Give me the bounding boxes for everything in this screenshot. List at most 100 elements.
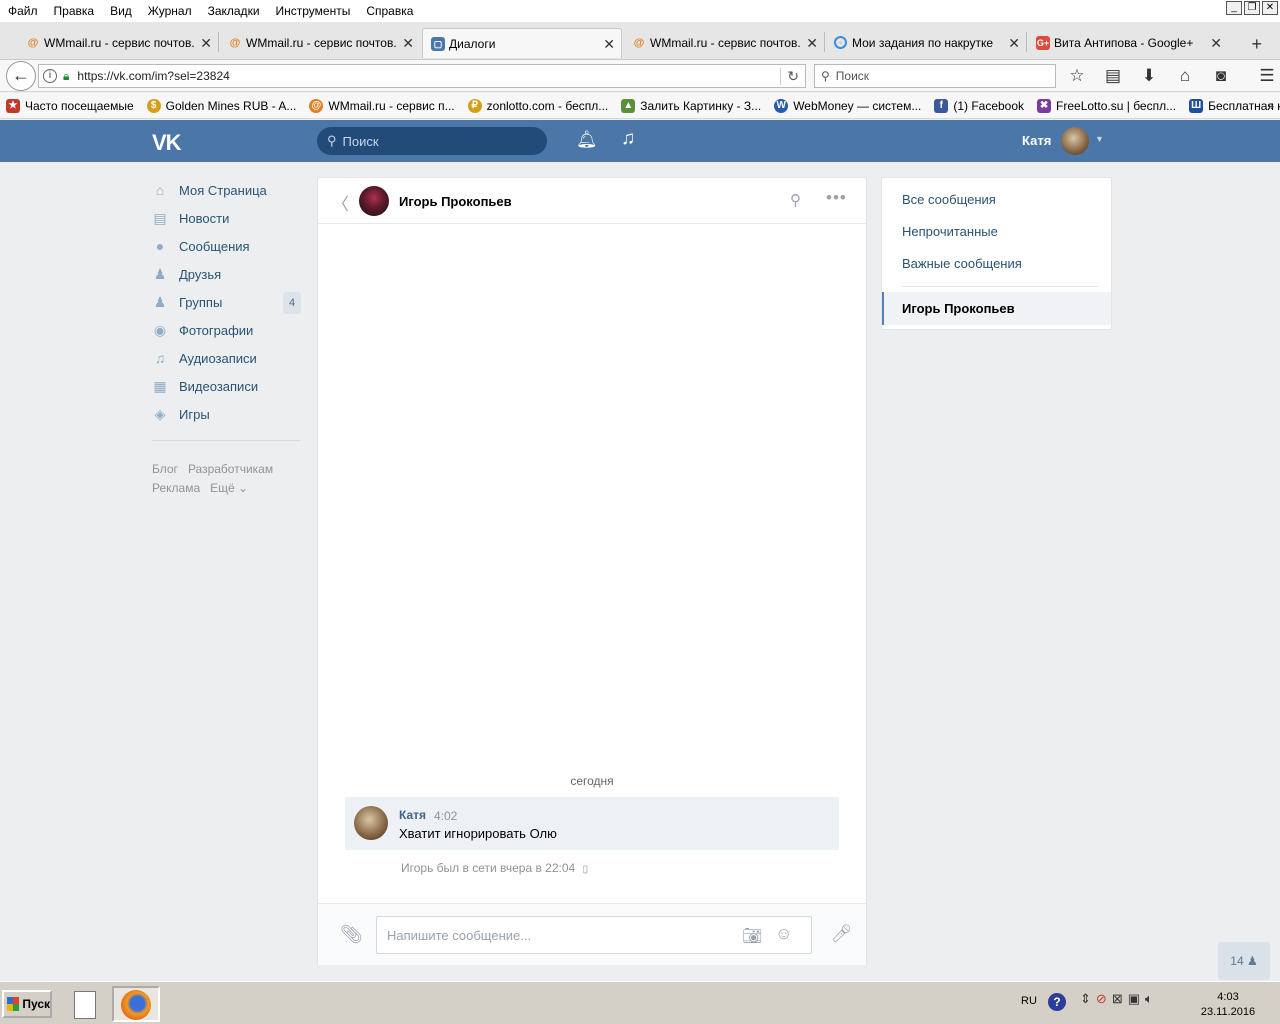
tab-wmmail-2[interactable]: @ WMmail.ru - сервис почтов... ✕ [220,28,420,58]
volume-icon[interactable]: 🔈︎ [1145,991,1153,1007]
tab-tasks[interactable]: ◦ Мои задания по накрутке ✕ [826,28,1027,58]
minimize-icon[interactable]: _ [1226,1,1242,15]
taskbar-item-document[interactable] [62,988,106,1022]
search-icon[interactable]: ⚲ [790,191,801,209]
pocket-icon[interactable]: ◙ [1210,66,1232,86]
close-window-icon[interactable]: ✕ [1262,1,1278,15]
reload-icon[interactable]: ↻ [780,68,799,85]
more-options-icon[interactable]: ••• [826,188,847,208]
message-author[interactable]: Катя [399,808,426,822]
bookmark-label: zonlotto.com - беспл... [486,98,609,113]
footer-link-more[interactable]: Ещё ⌄ [210,481,248,495]
menu-history[interactable]: Журнал [140,4,200,18]
menu-help[interactable]: Справка [358,4,421,18]
avatar[interactable] [1061,127,1089,155]
dialog-filters: Все сообщения Непрочитанные Важные сообщ… [881,177,1112,330]
network-icon[interactable]: ▣ [1128,991,1140,1007]
url-text[interactable]: https://vk.com/im?sel=23824 [77,69,229,83]
music-icon[interactable]: ♫ [621,128,635,150]
sidebar-item-groups[interactable]: ♟ Группы 4 [152,288,302,316]
bookmarks-overflow-icon[interactable]: » [1267,99,1274,113]
hamburger-menu-icon[interactable]: ☰ [1256,66,1278,86]
message-bubble[interactable]: Катя 4:02 Хватит игнорировать Олю [345,797,839,850]
left-sidebar: ⌂ Моя Страница ▤ Новости ● Сообщения ♟ Друзь… [152,176,302,498]
online-friends-button[interactable]: 14 ♟ [1218,942,1270,980]
close-tab-icon[interactable]: ✕ [603,36,615,53]
tab-dialogs[interactable]: ▢ Диалоги ✕ [422,28,622,58]
bookmark-item[interactable]: W WebMoney — систем... [768,98,921,113]
browser-search[interactable]: ⚲ Поиск [814,64,1056,88]
emoji-icon[interactable]: ☺ [775,924,792,944]
start-button[interactable]: Пуск [2,990,52,1018]
vk-search-input[interactable]: ⚲ Поиск [317,127,547,155]
active-dialog-item[interactable]: Игорь Прокопьев [882,292,1111,325]
bookmark-item[interactable]: $ Golden Mines RUB - A... [141,98,296,113]
sidebar-item-messages[interactable]: ● Сообщения [152,232,302,260]
back-button[interactable]: ← [6,61,36,91]
filter-all-messages[interactable]: Все сообщения [902,192,996,207]
message-author-avatar[interactable] [354,806,388,840]
bookmark-item[interactable]: f (1) Facebook [928,98,1024,113]
sidebar-item-video[interactable]: ▦ Видеозаписи [152,372,302,400]
close-tab-icon[interactable]: ✕ [200,35,212,52]
taskbar-item-firefox[interactable] [112,986,160,1022]
address-bar[interactable]: i 🔒︎ https://vk.com/im?sel=23824 ↻ [38,64,806,88]
bookmark-item[interactable]: ШБесплатная консуль... [1183,98,1280,113]
message-time[interactable]: 4:02 [434,809,457,823]
bookmark-item[interactable]: ₽ zonlotto.com - беспл... [462,98,609,113]
download-icon[interactable]: ⬇ [1138,66,1160,86]
filter-unread[interactable]: Непрочитанные [902,224,998,239]
menu-bookmarks[interactable]: Закладки [200,4,268,18]
language-indicator[interactable]: RU [1021,995,1037,1007]
camera-icon[interactable]: 📷︎ [742,926,762,946]
tab-wmmail-3[interactable]: @ WMmail.ru - сервис почтов... ✕ [624,28,825,58]
close-tab-icon[interactable]: ✕ [1210,35,1222,52]
home-browser-icon[interactable]: ⌂ [1174,66,1196,86]
menu-tools[interactable]: Инструменты [268,4,359,18]
close-tab-icon[interactable]: ✕ [806,35,818,52]
filter-important[interactable]: Важные сообщения [902,256,1022,271]
bookmark-item[interactable]: @ WMmail.ru - сервис п... [303,98,455,113]
tray-expand-icon[interactable]: ⇕ [1080,991,1091,1007]
menu-edit[interactable]: Правка [46,4,103,18]
microphone-icon[interactable]: 🎤︎ [831,924,853,944]
restore-icon[interactable]: ❐ [1244,1,1260,15]
tab-wmmail-1[interactable]: @ WMmail.ru - сервис почтов... ✕ [18,28,219,58]
sidebar-item-news[interactable]: ▤ Новости [152,204,302,232]
sidebar-item-audio[interactable]: ♫ Аудиозаписи [152,344,302,372]
header-user-name[interactable]: Катя [1022,133,1051,148]
sidebar-item-photos[interactable]: ◉ Фотографии [152,316,302,344]
menu-file[interactable]: Файл [0,4,46,18]
footer-link-ads[interactable]: Реклама [152,481,200,495]
help-icon[interactable]: ? [1048,993,1066,1011]
menu-view[interactable]: Вид [102,4,140,18]
info-icon[interactable]: i [43,69,57,83]
peer-name[interactable]: Игорь Прокопьев [399,194,512,209]
sidebar-item-my-page[interactable]: ⌂ Моя Страница [152,176,302,204]
peer-avatar[interactable] [359,186,389,216]
bookmark-item[interactable]: ✖ FreeLotto.su | беспл... [1031,98,1176,113]
sidebar-item-friends[interactable]: ♟ Друзья [152,260,302,288]
footer-link-dev[interactable]: Разработчикам [188,462,273,476]
new-tab-icon[interactable]: + [1251,34,1262,55]
antivirus-icon[interactable]: ⊘ [1096,991,1107,1007]
footer-link-blog[interactable]: Блог [152,462,178,476]
tab-separator [824,32,825,52]
bookmark-item[interactable]: ★ Часто посещаемые [0,98,134,113]
bookmark-icon: @ [309,98,324,113]
network-off-icon[interactable]: ⊠ [1112,991,1123,1007]
sidebar-item-games[interactable]: ◈ Игры [152,400,302,428]
close-tab-icon[interactable]: ✕ [1008,35,1020,52]
tray-clock[interactable]: 4:03 23.11.2016 [1193,990,1263,1020]
chevron-down-icon[interactable]: ▼ [1095,134,1104,144]
bookmark-item[interactable]: ▲ Залить Картинку - З... [615,98,761,113]
tab-google-plus[interactable]: G+ Вита Антипова - Google+ ✕ [1028,28,1228,58]
bookmark-star-icon[interactable]: ☆ [1066,66,1088,86]
back-arrow-icon[interactable]: 〈 [332,190,349,215]
vk-logo-icon[interactable]: VK [152,130,182,156]
bell-icon[interactable]: 🔔︎ [576,130,598,150]
attach-icon[interactable]: 📎︎ [340,924,363,945]
close-tab-icon[interactable]: ✕ [402,35,414,52]
reading-list-icon[interactable]: ▤ [1102,66,1124,86]
bookmark-icon: ₽ [467,98,482,113]
